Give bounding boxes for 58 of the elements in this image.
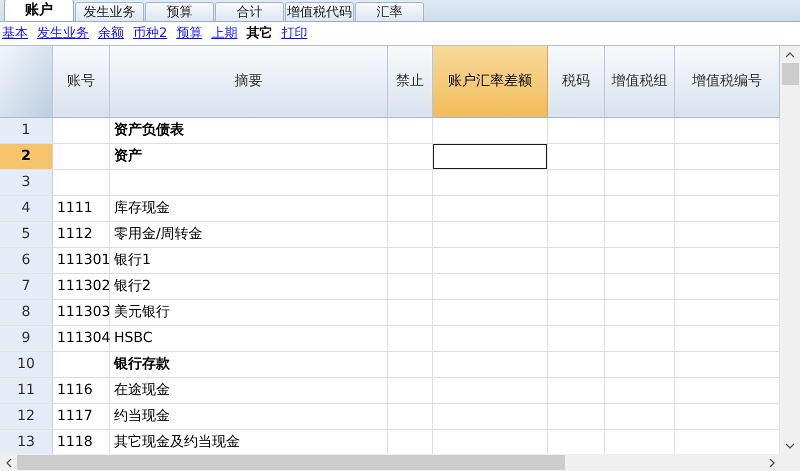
view-link[interactable]: 上期 — [211, 24, 238, 44]
table-cell-text: 111304 — [57, 329, 110, 348]
table-cell-text: 111302 — [57, 277, 110, 296]
table-cell-text: 约当现金 — [114, 407, 170, 426]
scrollbar-thumb[interactable] — [782, 63, 798, 85]
table-cell-text: HSBC — [114, 329, 153, 348]
view-link[interactable]: 基本 — [2, 24, 28, 44]
view-link[interactable]: 打印 — [281, 24, 308, 44]
table-cell-text: 111301 — [57, 251, 110, 270]
table-cell-text: 资产 — [114, 147, 142, 166]
table-cell-text: 其它现金及约当现金 — [114, 433, 240, 452]
row-number[interactable]: 12 — [0, 404, 53, 429]
table-cell-text: 银行2 — [114, 277, 151, 296]
tab[interactable]: 发生业务 — [75, 2, 144, 21]
table-cell-text: 零用金/周转金 — [114, 225, 203, 244]
tab[interactable]: 合计 — [215, 2, 284, 21]
column-header[interactable]: 账号 — [53, 46, 110, 117]
row-number[interactable]: 3 — [0, 170, 53, 195]
tab[interactable]: 预算 — [145, 2, 214, 21]
table-cell-text: 库存现金 — [114, 199, 170, 218]
table-cell-text: 银行存款 — [114, 355, 170, 374]
view-link[interactable]: 预算 — [176, 24, 202, 44]
row-number[interactable]: 9 — [0, 326, 53, 351]
table-cell-text: 资产负债表 — [114, 121, 184, 140]
row-number[interactable]: 1 — [0, 118, 53, 143]
table-cell-text: 银行1 — [114, 251, 151, 270]
column-header[interactable]: 增值税编号 — [675, 46, 780, 117]
column-header[interactable]: 账户汇率差额 — [433, 46, 548, 117]
view-link[interactable]: 余额 — [98, 24, 124, 44]
view-link[interactable]: 币种2 — [133, 24, 168, 44]
row-number[interactable]: 6 — [0, 248, 53, 273]
column-header[interactable]: 增值税组 — [605, 46, 675, 117]
tab[interactable]: 账户 — [4, 0, 74, 21]
row-number[interactable]: 5 — [0, 222, 53, 247]
column-header[interactable]: 摘要 — [110, 46, 388, 117]
view-link[interactable]: 发生业务 — [37, 24, 89, 44]
row-number[interactable]: 4 — [0, 196, 53, 221]
scrollbar-thumb[interactable] — [17, 455, 565, 470]
row-number[interactable]: 7 — [0, 274, 53, 299]
view-link[interactable]: 其它 — [246, 24, 272, 44]
table-cell-text: 1117 — [57, 407, 93, 426]
row-number[interactable]: 2 — [0, 144, 53, 169]
row-number[interactable]: 8 — [0, 300, 53, 325]
tab[interactable]: 汇率 — [355, 2, 424, 21]
table-cell-text: 111303 — [57, 303, 110, 322]
row-number[interactable]: 13 — [0, 430, 53, 454]
table-cell-text: 美元银行 — [114, 303, 170, 322]
row-number[interactable]: 10 — [0, 352, 53, 377]
tab[interactable]: 增值税代码 — [285, 2, 354, 21]
column-header[interactable]: 禁止 — [388, 46, 433, 117]
table-cell-text: 1118 — [57, 433, 93, 452]
column-header[interactable]: 税码 — [548, 46, 605, 117]
selected-cell[interactable] — [433, 144, 547, 169]
table-cell-text: 1112 — [57, 225, 93, 244]
table-cell-text: 1116 — [57, 381, 93, 400]
table-cell-text: 1111 — [57, 199, 93, 218]
table-cell-text: 在途现金 — [114, 381, 170, 400]
row-number[interactable]: 11 — [0, 378, 53, 403]
